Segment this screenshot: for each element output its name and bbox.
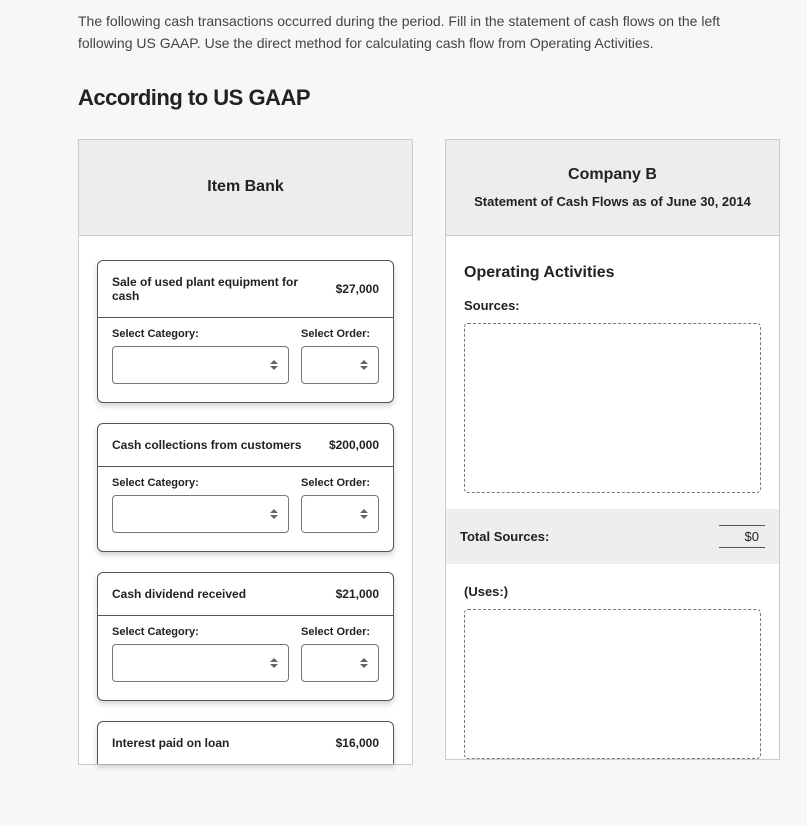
item-description: Cash collections from customers — [112, 438, 329, 452]
select-order-label: Select Order: — [301, 328, 379, 340]
item-amount: $200,000 — [329, 438, 379, 452]
item-card[interactable]: Interest paid on loan $16,000 — [97, 721, 394, 764]
item-card-header: Cash collections from customers $200,000 — [98, 424, 393, 467]
statement-panel: Company B Statement of Cash Flows as of … — [445, 139, 780, 760]
select-caret-icon — [360, 656, 370, 670]
select-order-dropdown[interactable] — [301, 346, 379, 384]
statement-subtitle: Statement of Cash Flows as of June 30, 2… — [458, 194, 767, 209]
item-card-header: Cash dividend received $21,000 — [98, 573, 393, 616]
statement-header: Company B Statement of Cash Flows as of … — [446, 140, 779, 236]
item-bank-title: Item Bank — [91, 178, 400, 196]
item-description: Interest paid on loan — [112, 736, 336, 750]
select-caret-icon — [270, 507, 280, 521]
select-order-label: Select Order: — [301, 477, 379, 489]
select-category-label: Select Category: — [112, 626, 289, 638]
uses-label: (Uses:) — [464, 584, 761, 599]
select-category-label: Select Category: — [112, 477, 289, 489]
total-sources-label: Total Sources: — [460, 529, 549, 544]
page-title: According to US GAAP — [78, 85, 807, 111]
uses-dropzone[interactable] — [464, 609, 761, 759]
item-bank-panel: Item Bank Sale of used plant equipment f… — [78, 139, 413, 765]
item-amount: $27,000 — [336, 282, 379, 296]
item-description: Sale of used plant equipment for cash — [112, 275, 336, 303]
item-card[interactable]: Sale of used plant equipment for cash $2… — [97, 260, 394, 403]
sources-label: Sources: — [464, 298, 761, 313]
instructions-text: The following cash transactions occurred… — [78, 10, 758, 55]
total-sources-value: $0 — [719, 525, 765, 548]
total-sources-row: Total Sources: $0 — [446, 509, 779, 564]
item-amount: $16,000 — [336, 736, 379, 750]
item-card-header: Sale of used plant equipment for cash $2… — [98, 261, 393, 318]
item-card[interactable]: Cash dividend received $21,000 Select Ca… — [97, 572, 394, 701]
select-order-dropdown[interactable] — [301, 644, 379, 682]
operating-activities-heading: Operating Activities — [464, 264, 761, 282]
item-card[interactable]: Cash collections from customers $200,000… — [97, 423, 394, 552]
select-caret-icon — [360, 358, 370, 372]
select-category-label: Select Category: — [112, 328, 289, 340]
item-card-header: Interest paid on loan $16,000 — [98, 722, 393, 764]
select-caret-icon — [270, 358, 280, 372]
select-caret-icon — [360, 507, 370, 521]
item-description: Cash dividend received — [112, 587, 336, 601]
company-name: Company B — [458, 166, 767, 184]
select-order-dropdown[interactable] — [301, 495, 379, 533]
select-category-dropdown[interactable] — [112, 495, 289, 533]
select-category-dropdown[interactable] — [112, 346, 289, 384]
sources-dropzone[interactable] — [464, 323, 761, 493]
select-category-dropdown[interactable] — [112, 644, 289, 682]
item-amount: $21,000 — [336, 587, 379, 601]
item-bank-header: Item Bank — [79, 140, 412, 236]
select-caret-icon — [270, 656, 280, 670]
select-order-label: Select Order: — [301, 626, 379, 638]
